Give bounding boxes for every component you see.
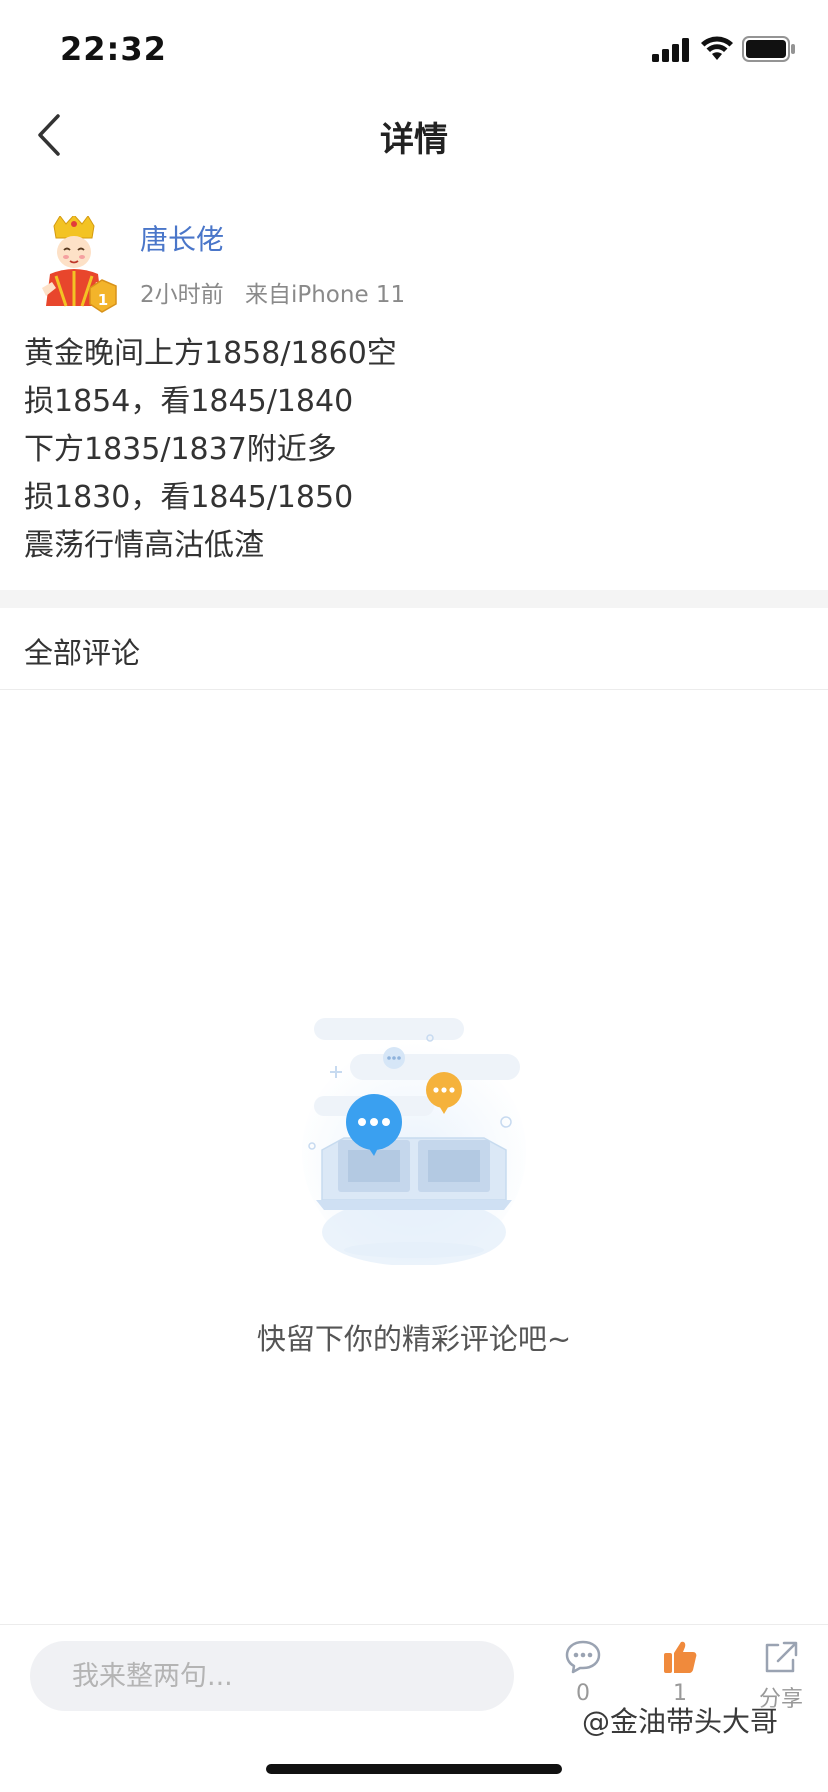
comment-input[interactable] [30,1641,514,1711]
like-button[interactable]: 1 [640,1639,720,1706]
chat-bubble-small-icon [383,1047,405,1069]
avatar[interactable]: 1 [26,216,122,316]
nav-bar: 详情 [0,96,828,176]
watermark: @金油带头大哥 [582,1705,779,1738]
cellular-signal-icon [652,38,689,62]
post-source: 来自iPhone 11 [244,282,406,308]
comments-header: 全部评论 [0,608,828,690]
share-icon [765,1641,798,1673]
post-line: 下方1835/1837附近多 [24,432,337,467]
status-time: 22:32 [60,30,167,68]
post-time: 2小时前 [140,282,224,308]
battery-icon [742,36,795,62]
post-content: 黄金晚间上方1858/1860空 损1854，看1845/1840 下方1835… [24,330,804,570]
status-bar: 22:32 [0,0,828,96]
empty-comments-illustration [302,1018,526,1265]
comments-button[interactable]: 0 [543,1639,623,1706]
empty-comments-text: 快留下你的精彩评论吧~ [256,1322,572,1356]
post-line: 黄金晚间上方1858/1860空 [24,336,397,371]
page-title: 详情 [380,120,448,160]
post-line: 损1854，看1845/1840 [24,384,354,419]
comment-icon [565,1640,601,1674]
level-badge-icon: 1 [89,279,117,313]
post-line: 震荡行情高沽低渣 [24,528,264,563]
wifi-icon [701,36,733,60]
thumbs-up-icon [664,1641,697,1673]
level-badge-number: 1 [98,291,108,309]
post-line: 损1830，看1845/1850 [24,480,354,515]
section-divider [0,590,828,608]
post-meta: 2小时前 来自iPhone 11 [140,275,419,309]
home-indicator [266,1764,562,1774]
author-name[interactable]: 唐长佬 [140,218,224,258]
comments-title: 全部评论 [24,636,141,670]
